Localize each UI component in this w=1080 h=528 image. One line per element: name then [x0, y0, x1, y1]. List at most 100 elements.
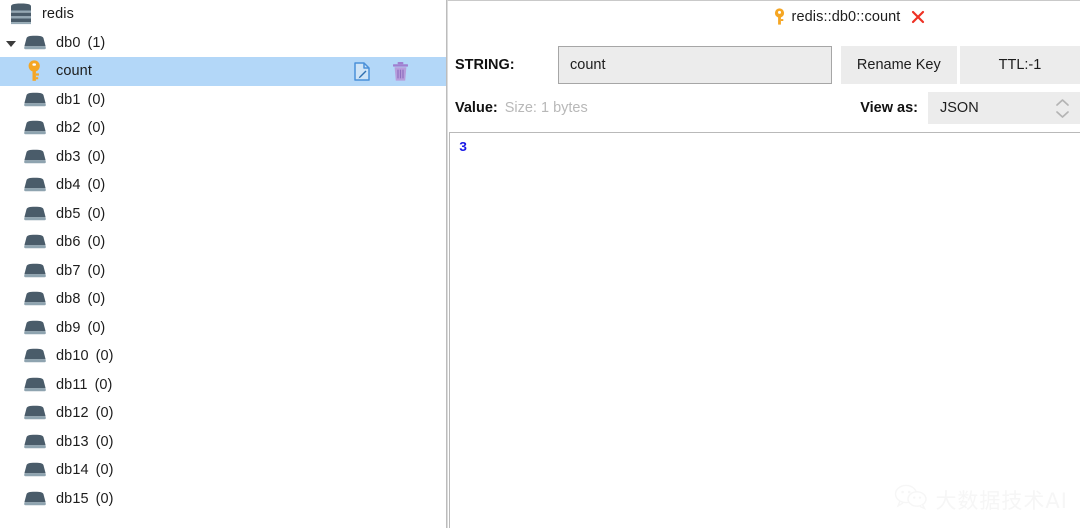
database-icon	[22, 462, 48, 478]
database-key-count: (0)	[95, 433, 114, 450]
chevron-down-icon[interactable]	[6, 36, 20, 50]
database-label: db4	[56, 177, 81, 194]
key-type-label: STRING:	[455, 57, 515, 73]
database-icon	[22, 377, 48, 393]
database-label: db2	[56, 120, 81, 137]
tree-item-db13[interactable]: db13 (0)	[0, 428, 446, 457]
tree-item-db14[interactable]: db14 (0)	[0, 456, 446, 485]
database-key-count: (0)	[87, 262, 106, 279]
ttl-button[interactable]: TTL:-1	[959, 46, 1080, 84]
database-key-count: (0)	[87, 205, 106, 222]
tree-item-db12[interactable]: db12 (0)	[0, 399, 446, 428]
tree-item-db1[interactable]: db1 (0)	[0, 86, 446, 115]
database-key-count: (0)	[87, 234, 106, 251]
key-icon	[772, 8, 787, 25]
value-editor[interactable]: 3	[449, 132, 1080, 528]
tree-item-db6[interactable]: db6 (0)	[0, 228, 446, 257]
rename-key-button[interactable]: Rename Key	[840, 46, 957, 84]
view-as-value: JSON	[940, 100, 979, 116]
database-icon	[22, 348, 48, 364]
tab-redis-db0-count[interactable]: redis::db0::count	[768, 3, 931, 31]
database-key-count: (0)	[87, 319, 106, 336]
value-editor-content[interactable]: 3	[450, 133, 1080, 156]
database-icon	[22, 35, 48, 51]
database-key-count: (0)	[87, 177, 106, 194]
database-key-count: (0)	[87, 148, 106, 165]
database-icon	[22, 177, 48, 193]
database-icon	[22, 434, 48, 450]
edit-key-icon[interactable]	[353, 61, 373, 82]
database-tree: redis db0 (1) count db1 (0) db2 (0) db3 (0) db4 (0)…	[0, 0, 446, 513]
database-label: db10	[56, 348, 89, 365]
database-key-count: (0)	[87, 91, 106, 108]
chevron-updown-icon[interactable]	[1055, 92, 1070, 124]
database-icon	[22, 405, 48, 421]
view-as-label: View as:	[860, 100, 918, 116]
database-icon	[22, 149, 48, 165]
database-label: db3	[56, 148, 81, 165]
database-label: db13	[56, 433, 89, 450]
tree-item-db7[interactable]: db7 (0)	[0, 257, 446, 286]
tree-item-db2[interactable]: db2 (0)	[0, 114, 446, 143]
server-label: redis	[42, 6, 74, 23]
database-label: db7	[56, 262, 81, 279]
value-size-label: Size: 1 bytes	[504, 100, 588, 116]
database-icon	[22, 263, 48, 279]
database-key-count: (0)	[95, 348, 114, 365]
database-key-count: (0)	[95, 405, 114, 422]
tree-item-db8[interactable]: db8 (0)	[0, 285, 446, 314]
value-toolbar: Value: Size: 1 bytes View as: JSON	[448, 92, 1080, 124]
database-icon	[22, 234, 48, 250]
key-detail-panel: redis::db0::count STRING: Rename Key TTL…	[447, 0, 1080, 528]
tree-item-db4[interactable]: db4 (0)	[0, 171, 446, 200]
redis-client-window: redis db0 (1) count db1 (0) db2 (0) db3 (0) db4 (0)…	[0, 0, 1080, 528]
database-icon	[22, 320, 48, 336]
database-tree-sidebar[interactable]: redis db0 (1) count db1 (0) db2 (0) db3 (0) db4 (0)…	[0, 0, 447, 528]
tab-bar: redis::db0::count	[448, 1, 1080, 32]
delete-key-icon[interactable]	[391, 61, 410, 82]
database-key-count: (0)	[87, 120, 106, 137]
database-label: db15	[56, 490, 89, 507]
tree-item-db11[interactable]: db11 (0)	[0, 371, 446, 400]
database-label: db8	[56, 291, 81, 308]
database-key-count: (0)	[87, 291, 106, 308]
close-icon[interactable]	[910, 9, 926, 25]
tree-item-db9[interactable]: db9 (0)	[0, 314, 446, 343]
database-label: db11	[56, 376, 88, 393]
key-row-actions	[353, 57, 410, 86]
database-icon	[22, 120, 48, 136]
tree-item-db5[interactable]: db5 (0)	[0, 200, 446, 229]
database-label: db12	[56, 405, 89, 422]
database-label: db1	[56, 91, 81, 108]
database-key-count: (0)	[94, 376, 113, 393]
tree-item-db10[interactable]: db10 (0)	[0, 342, 446, 371]
database-label: db9	[56, 319, 81, 336]
database-icon	[22, 206, 48, 222]
key-toolbar: STRING: Rename Key TTL:-1	[448, 45, 1080, 85]
tree-item-db3[interactable]: db3 (0)	[0, 143, 446, 172]
key-name-input[interactable]	[558, 46, 832, 84]
tree-item-server[interactable]: redis	[0, 0, 446, 29]
key-label: count	[56, 63, 92, 80]
database-label: db14	[56, 462, 89, 479]
tree-item-key-count[interactable]: count	[0, 57, 446, 86]
view-as-select[interactable]: JSON	[928, 92, 1080, 124]
database-label: db5	[56, 205, 81, 222]
tree-item-db0[interactable]: db0 (1)	[0, 29, 446, 58]
tree-item-db15[interactable]: db15 (0)	[0, 485, 446, 514]
